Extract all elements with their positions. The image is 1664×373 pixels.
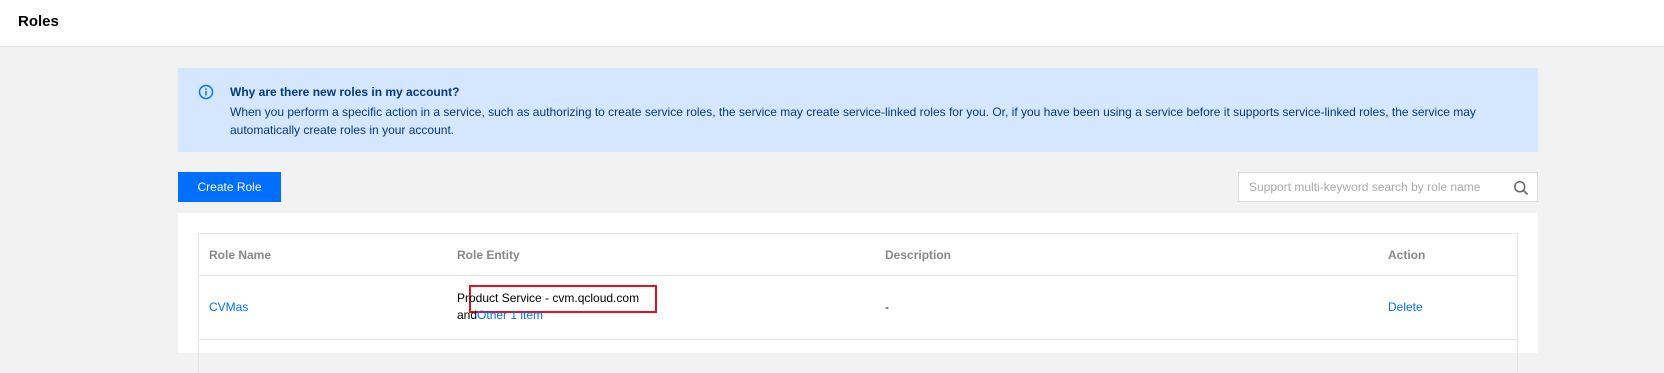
roles-table: Role Name Role Entity Description Action… (198, 233, 1518, 373)
info-icon (198, 84, 214, 100)
table-header: Role Name Role Entity Description Action (199, 234, 1517, 276)
notice-body: When you perform a specific action in a … (230, 105, 1476, 137)
column-header-role-name: Role Name (209, 248, 272, 262)
search-icon[interactable] (1513, 180, 1529, 196)
info-notice: Why are there new roles in my account? W… (178, 68, 1538, 152)
search-box (1238, 172, 1538, 202)
other-items-link[interactable]: Other 1 item (477, 308, 543, 322)
role-entity-primary: Product Service - cvm.qcloud.com (457, 291, 640, 305)
description-value: - (885, 300, 889, 314)
create-role-button[interactable]: Create Role (178, 172, 281, 202)
column-header-action: Action (1388, 248, 1426, 262)
delete-link[interactable]: Delete (1388, 300, 1423, 314)
notice-title: Why are there new roles in my account? (230, 85, 460, 99)
roles-table-panel: Role Name Role Entity Description Action… (178, 213, 1538, 373)
role-entity-prefix: and (457, 308, 478, 322)
role-name-link[interactable]: CVMas (209, 300, 248, 314)
column-header-role-entity: Role Entity (457, 248, 520, 262)
role-entity-more: andOther 1 item (457, 308, 543, 322)
page-title: Roles (18, 13, 59, 30)
top-bar: Roles (0, 0, 1664, 47)
search-input[interactable] (1239, 173, 1505, 201)
column-header-description: Description (885, 248, 952, 262)
table-row: CVMas Product Service - cvm.qcloud.com a… (199, 276, 1517, 340)
